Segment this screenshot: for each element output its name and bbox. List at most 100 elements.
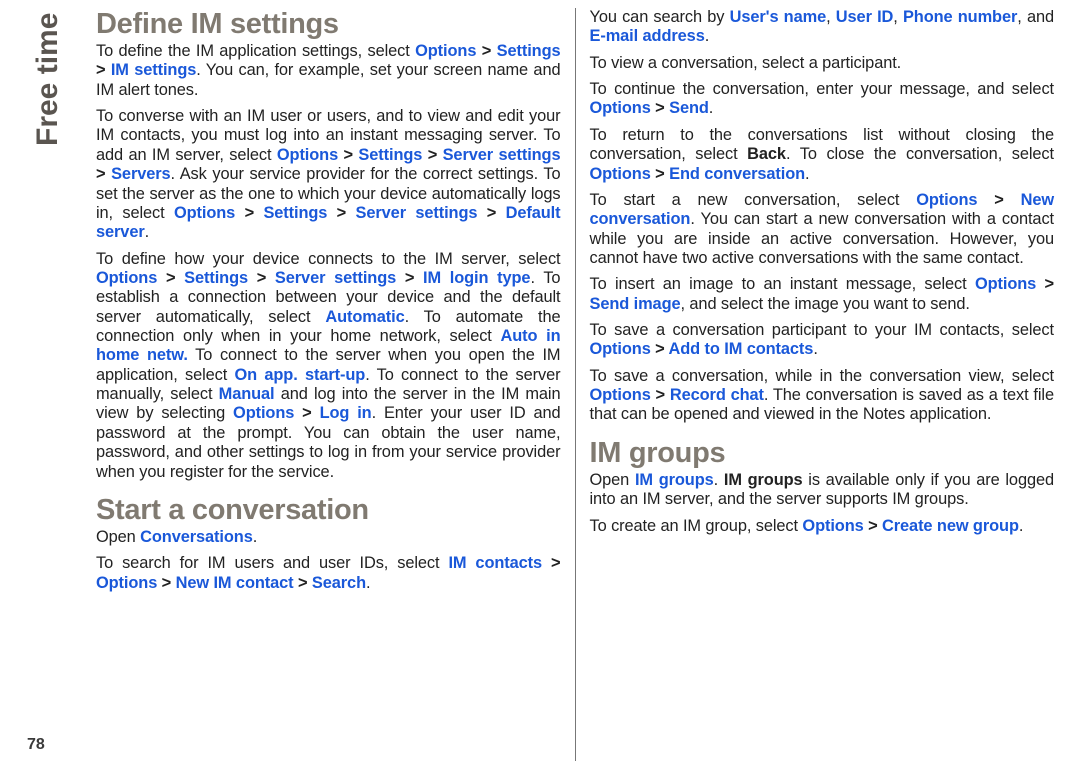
menu-path: Options	[590, 165, 651, 183]
side-label-text: Free time	[31, 13, 65, 146]
text: To search for IM users and user IDs, sel…	[96, 554, 448, 572]
option: Manual	[219, 385, 275, 403]
menu-path: Server settings	[356, 204, 478, 222]
heading-define-im-settings: Define IM settings	[96, 8, 561, 41]
text: , and select the image you want to send.	[681, 295, 970, 313]
menu-path: Send	[669, 99, 709, 117]
separator: >	[96, 61, 111, 79]
separator: >	[477, 204, 505, 222]
separator: >	[157, 574, 175, 592]
separator: >	[542, 554, 560, 572]
menu-path: Server settings	[275, 269, 396, 287]
para: To save a conversation participant to yo…	[590, 321, 1055, 360]
menu-path: Options	[916, 191, 977, 209]
para: To converse with an IM user or users, an…	[96, 107, 561, 243]
option: Back	[747, 145, 786, 163]
menu-path: Options	[590, 340, 651, 358]
menu-path: IM login type	[423, 269, 530, 287]
text: .	[366, 574, 370, 592]
option: IM groups	[724, 471, 803, 489]
separator: >	[96, 165, 111, 183]
para: To create an IM group, select Options > …	[590, 517, 1055, 536]
option: User ID	[836, 8, 893, 26]
menu-path: Settings	[358, 146, 422, 164]
menu-path: Options	[802, 517, 863, 535]
text: To save a conversation participant to yo…	[590, 321, 1055, 339]
para: To save a conversation, while in the con…	[590, 367, 1055, 425]
text: .	[705, 27, 709, 45]
text: To define how your device connects to th…	[96, 250, 561, 268]
text: To create an IM group, select	[590, 517, 803, 535]
menu-path: Create new group	[882, 517, 1019, 535]
text: To save a conversation, while in the con…	[590, 367, 1055, 385]
separator: >	[235, 204, 263, 222]
menu-path: End conversation	[669, 165, 805, 183]
menu-path: Log in	[320, 404, 372, 422]
para: Open IM groups. IM groups is available o…	[590, 471, 1055, 510]
separator: >	[338, 146, 358, 164]
text: To continue the conversation, enter your…	[590, 80, 1055, 98]
menu-path: Options	[590, 386, 651, 404]
menu-path: Servers	[111, 165, 170, 183]
heading-start-conversation: Start a conversation	[96, 494, 561, 527]
text: Open	[590, 471, 635, 489]
para: To start a new conversation, select Opti…	[590, 191, 1055, 268]
menu-path: Settings	[184, 269, 248, 287]
menu-path: Options	[96, 574, 157, 592]
option: IM groups	[635, 471, 714, 489]
menu-path: IM settings	[111, 61, 196, 79]
text: Open	[96, 528, 140, 546]
para: To search for IM users and user IDs, sel…	[96, 554, 561, 593]
heading-im-groups: IM groups	[590, 437, 1055, 470]
separator: >	[422, 146, 442, 164]
text: ,	[893, 8, 903, 26]
separator: >	[157, 269, 184, 287]
menu-path: Send image	[590, 295, 681, 313]
menu-path: Search	[312, 574, 366, 592]
menu-path: Settings	[497, 42, 561, 60]
separator: >	[977, 191, 1020, 209]
para: To continue the conversation, enter your…	[590, 80, 1055, 119]
para: You can search by User's name, User ID, …	[590, 8, 1055, 47]
text: .	[1019, 517, 1023, 535]
menu-path: Options	[96, 269, 157, 287]
para: To insert an image to an instant message…	[590, 275, 1055, 314]
separator: >	[651, 340, 669, 358]
menu-path: Options	[975, 275, 1036, 293]
text: To start a new conversation, select	[590, 191, 917, 209]
text: .	[709, 99, 713, 117]
separator: >	[327, 204, 355, 222]
text: ,	[826, 8, 836, 26]
text: . To close the conversation, select	[786, 145, 1054, 163]
para: To view a conversation, select a partici…	[590, 54, 1055, 73]
separator: >	[396, 269, 423, 287]
option: Automatic	[325, 308, 404, 326]
menu-path: IM contacts	[448, 554, 542, 572]
text: .	[145, 223, 149, 241]
text: .	[714, 471, 724, 489]
text: To define the IM application settings, s…	[96, 42, 415, 60]
menu-path: Options	[590, 99, 651, 117]
menu-path: Record chat	[670, 386, 764, 404]
separator: >	[651, 386, 670, 404]
right-column: You can search by User's name, User ID, …	[576, 8, 1069, 761]
text: .	[253, 528, 257, 546]
menu-path: Add to IM contacts	[669, 340, 814, 358]
menu-path: Options	[233, 404, 294, 422]
option: User's name	[730, 8, 827, 26]
menu-path: Server settings	[443, 146, 561, 164]
text: .	[813, 340, 817, 358]
para: Open Conversations.	[96, 528, 561, 547]
text: .	[805, 165, 809, 183]
option: Phone number	[903, 8, 1017, 26]
page-number: 78	[27, 736, 45, 754]
text: To insert an image to an instant message…	[590, 275, 975, 293]
content-columns: Define IM settings To define the IM appl…	[0, 0, 1068, 779]
option: On app. start-up	[235, 366, 366, 384]
menu-path: Options	[415, 42, 476, 60]
para: To define the IM application settings, s…	[96, 42, 561, 100]
para: To return to the conversations list with…	[590, 126, 1055, 184]
separator: >	[651, 99, 669, 117]
separator: >	[294, 574, 312, 592]
separator: >	[294, 404, 319, 422]
